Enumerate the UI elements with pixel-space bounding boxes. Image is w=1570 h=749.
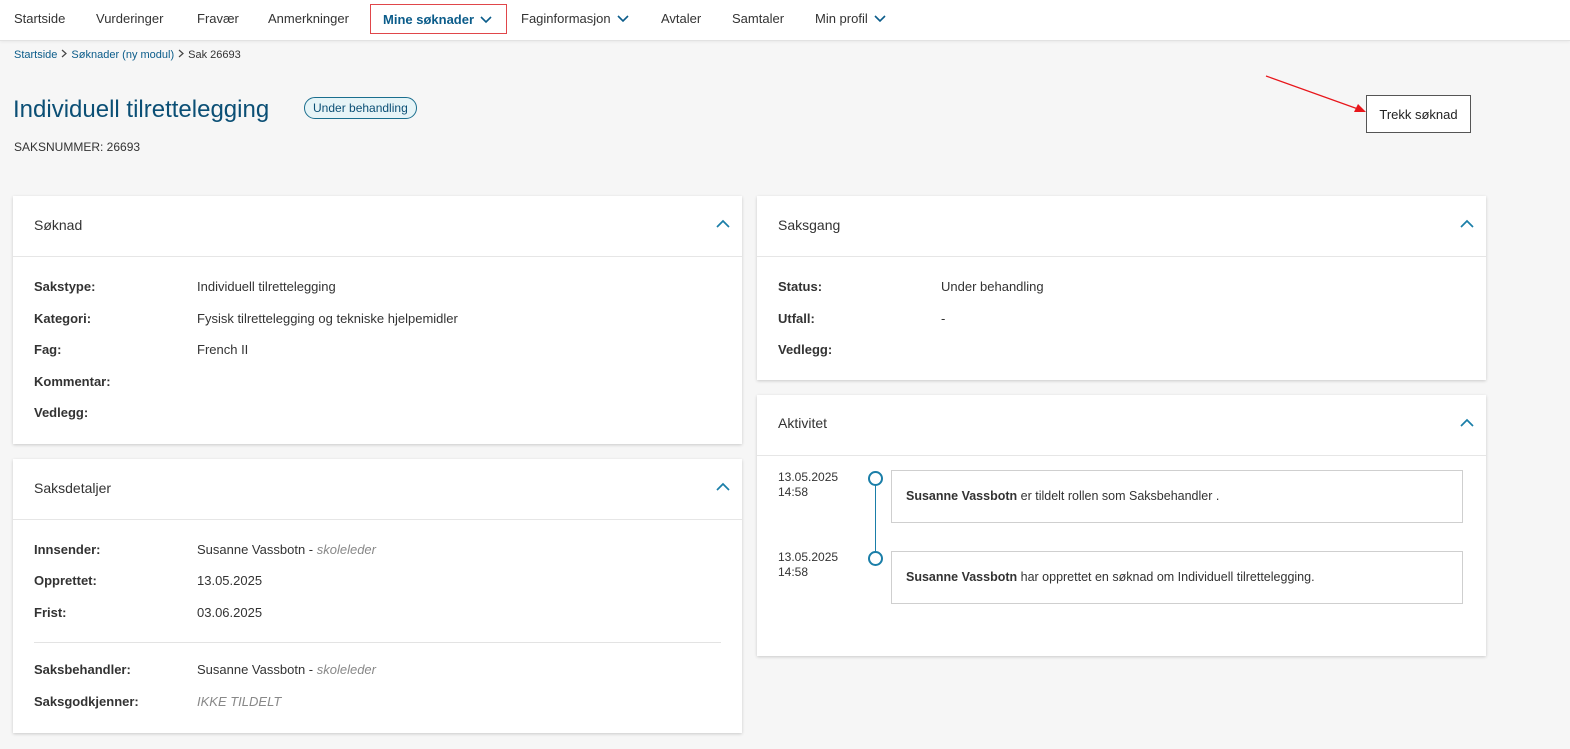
saksgang-card-header[interactable]: Saksgang (757, 196, 1486, 257)
card-title: Saksgang (778, 217, 841, 233)
nav-label: Min profil (815, 11, 868, 26)
innsender-name: Susanne Vassbotn (197, 542, 306, 557)
innsender-label: Innsender: (34, 542, 101, 557)
saksbehandler-value: Susanne Vassbotn - skoleleder (197, 662, 376, 677)
status-value: Under behandling (941, 279, 1044, 294)
nav-label: Samtaler (732, 11, 785, 26)
timeline-timestamp: 13.05.2025 14:58 (778, 470, 838, 500)
nav-label: Startside (14, 11, 66, 26)
card-title: Aktivitet (778, 415, 828, 431)
event-actor: Susanne Vassbotn (906, 489, 1018, 503)
status-label: Status: (778, 279, 823, 294)
frist-label: Frist: (34, 605, 67, 620)
kommentar-label: Kommentar: (34, 374, 111, 389)
chevron-up-icon[interactable] (716, 219, 730, 228)
saksbehandler-name: Susanne Vassbotn (197, 662, 306, 677)
sakstype-label: Sakstype: (34, 279, 96, 294)
activity-entry: Susanne Vassbotn har opprettet en søknad… (891, 551, 1463, 604)
fag-label: Fag: (34, 342, 62, 357)
nav-label: Avtaler (661, 11, 702, 26)
chevron-down-icon (874, 14, 886, 22)
saksdetaljer-card-header[interactable]: Saksdetaljer (13, 459, 742, 520)
timeline-line (875, 478, 876, 559)
event-time: 14:58 (778, 485, 809, 499)
chevron-up-icon[interactable] (716, 482, 730, 491)
chevron-up-icon[interactable] (1460, 219, 1474, 228)
nav-item-min-profil[interactable]: Min profil (815, 0, 886, 37)
breadcrumb-link-soknader[interactable]: Søknader (ny modul) (71, 49, 174, 61)
kategori-value: Fysisk tilrettelegging og tekniske hjelp… (197, 311, 458, 326)
page-title: Individuell tilrettelegging (13, 96, 270, 123)
case-number: SAKSNUMMER: 26693 (14, 140, 141, 154)
innsender-separator: - (305, 542, 317, 557)
fag-value: French II (197, 342, 249, 357)
event-date: 13.05.2025 (778, 550, 839, 564)
nav-item-mine-soknader[interactable]: Mine søknader (370, 4, 507, 34)
nav-item-startside[interactable]: Startside (14, 0, 65, 37)
utfall-value: - (941, 311, 946, 326)
nav-item-fravaer[interactable]: Fravær (197, 0, 239, 37)
chevron-down-icon (617, 14, 629, 22)
opprettet-label: Opprettet: (34, 573, 97, 588)
annotation-arrow (1265, 75, 1366, 112)
nav-label: Faginformasjon (521, 11, 611, 26)
nav-item-faginformasjon[interactable]: Faginformasjon (521, 0, 629, 37)
timeline-dot (868, 551, 883, 566)
sakstype-value: Individuell tilrettelegging (197, 279, 336, 294)
breadcrumb-current: Sak 26693 (188, 49, 241, 61)
saksgodkjenner-value: IKKE TILDELT (197, 694, 282, 709)
nav-label: Anmerkninger (268, 11, 349, 26)
event-actor: Susanne Vassbotn (906, 570, 1018, 584)
saksbehandler-role: skoleleder (316, 662, 376, 677)
innsender-role: skoleleder (316, 542, 376, 557)
saksgodkjenner-label: Saksgodkjenner: (34, 694, 139, 709)
card-title: Søknad (34, 217, 83, 233)
saksbehandler-separator: - (305, 662, 317, 677)
top-navigation: Startside Vurderinger Fravær Anmerkninge… (0, 0, 1570, 41)
opprettet-value: 13.05.2025 (197, 573, 263, 588)
saksbehandler-label: Saksbehandler: (34, 662, 131, 677)
saksdetaljer-card: Saksdetaljer Innsender: Susanne Vassbotn… (13, 459, 742, 733)
soknad-card: Søknad Sakstype: Individuell tilretteleg… (13, 196, 742, 444)
nav-label: Fravær (197, 11, 239, 26)
event-time: 14:58 (778, 565, 809, 579)
saksgang-card: Saksgang Status: Under behandling Utfall… (757, 196, 1486, 380)
nav-item-avtaler[interactable]: Avtaler (661, 0, 701, 37)
status-badge: Under behandling (304, 97, 417, 119)
frist-value: 03.06.2025 (197, 605, 263, 620)
breadcrumb-link-startside[interactable]: Startside (14, 49, 57, 61)
breadcrumb: Startside Søknader (ny modul) Sak 26693 (14, 49, 241, 61)
utfall-label: Utfall: (778, 311, 815, 326)
chevron-up-icon[interactable] (1460, 418, 1474, 427)
event-text: har opprettet en søknad om Individuell t… (1017, 570, 1315, 584)
nav-label: Vurderinger (96, 11, 164, 26)
timeline-dot (868, 471, 883, 486)
card-title: Saksdetaljer (34, 480, 112, 496)
event-text: er tildelt rollen som Saksbehandler . (1017, 489, 1220, 503)
activity-entry: Susanne Vassbotn er tildelt rollen som S… (891, 470, 1463, 523)
chevron-down-icon (480, 15, 492, 23)
nav-item-anmerkninger[interactable]: Anmerkninger (268, 0, 349, 37)
aktivitet-card-header[interactable]: Aktivitet (757, 395, 1486, 456)
innsender-value: Susanne Vassbotn - skoleleder (197, 542, 376, 557)
soknad-card-header[interactable]: Søknad (13, 196, 742, 257)
withdraw-application-button[interactable]: Trekk søknad (1366, 95, 1471, 133)
nav-item-samtaler[interactable]: Samtaler (732, 0, 784, 37)
kategori-label: Kategori: (34, 311, 92, 326)
event-date: 13.05.2025 (778, 470, 839, 484)
nav-item-vurderinger[interactable]: Vurderinger (96, 0, 163, 37)
timeline-timestamp: 13.05.2025 14:58 (778, 550, 838, 580)
aktivitet-card: Aktivitet 13.05.2025 14:58 Susanne Vassb… (757, 395, 1486, 656)
chevron-right-icon (61, 49, 68, 61)
vedlegg-label: Vedlegg: (34, 405, 89, 420)
vedlegg-label: Vedlegg: (778, 342, 833, 357)
chevron-right-icon (178, 49, 185, 61)
divider (34, 642, 721, 643)
nav-label: Mine søknader (383, 12, 475, 27)
